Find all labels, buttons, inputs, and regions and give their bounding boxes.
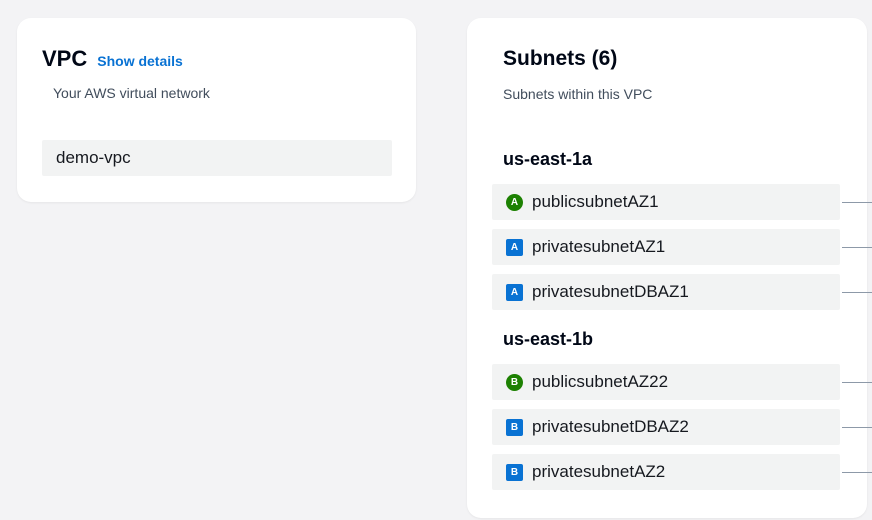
subnet-name: privatesubnetAZ2 [532, 462, 666, 481]
public-subnet-badge-icon: A [506, 193, 523, 211]
subnet-name: publicsubnetAZ1 [532, 192, 659, 211]
private-subnet-badge-icon: A [506, 238, 523, 256]
connector-line [842, 472, 872, 473]
vpc-name-item[interactable]: demo-vpc [42, 140, 392, 176]
private-subnet-badge-icon: A [506, 283, 523, 301]
subnet-row[interactable]: B privatesubnetAZ2 [492, 454, 840, 490]
subnet-row[interactable]: B privatesubnetDBAZ2 [492, 409, 840, 445]
subnet-name: privatesubnetDBAZ1 [532, 282, 689, 301]
vpc-header: VPC Show details [42, 46, 183, 72]
private-subnet-badge-icon: B [506, 463, 523, 481]
subnets-title: Subnets (6) [503, 47, 618, 70]
subnet-row[interactable]: A privatesubnetAZ1 [492, 229, 840, 265]
subnet-name: publicsubnetAZ22 [532, 372, 669, 391]
subnet-row[interactable]: A publicsubnetAZ1 [492, 184, 840, 220]
subnet-row[interactable]: B publicsubnetAZ22 [492, 364, 840, 400]
private-subnet-badge-icon: B [506, 418, 523, 436]
az-label-us-east-1b: us-east-1b [503, 329, 594, 349]
connector-line [842, 382, 872, 383]
subnets-subtitle: Subnets within this VPC [503, 86, 653, 102]
vpc-title: VPC [42, 46, 88, 71]
connector-line [842, 292, 872, 293]
subnet-name: privatesubnetDBAZ2 [532, 417, 689, 436]
connector-line [842, 247, 872, 248]
vpc-card: VPC Show details Your AWS virtual networ… [17, 18, 416, 202]
public-subnet-badge-icon: B [506, 373, 523, 391]
subnet-name: privatesubnetAZ1 [532, 237, 666, 256]
show-details-link[interactable]: Show details [97, 53, 183, 69]
connector-line [842, 202, 872, 203]
vpc-subtitle: Your AWS virtual network [53, 85, 210, 101]
subnet-row[interactable]: A privatesubnetDBAZ1 [492, 274, 840, 310]
az-label-us-east-1a: us-east-1a [503, 149, 593, 169]
subnets-card: Subnets (6) Subnets within this VPC us-e… [467, 18, 867, 518]
connector-line [842, 427, 872, 428]
